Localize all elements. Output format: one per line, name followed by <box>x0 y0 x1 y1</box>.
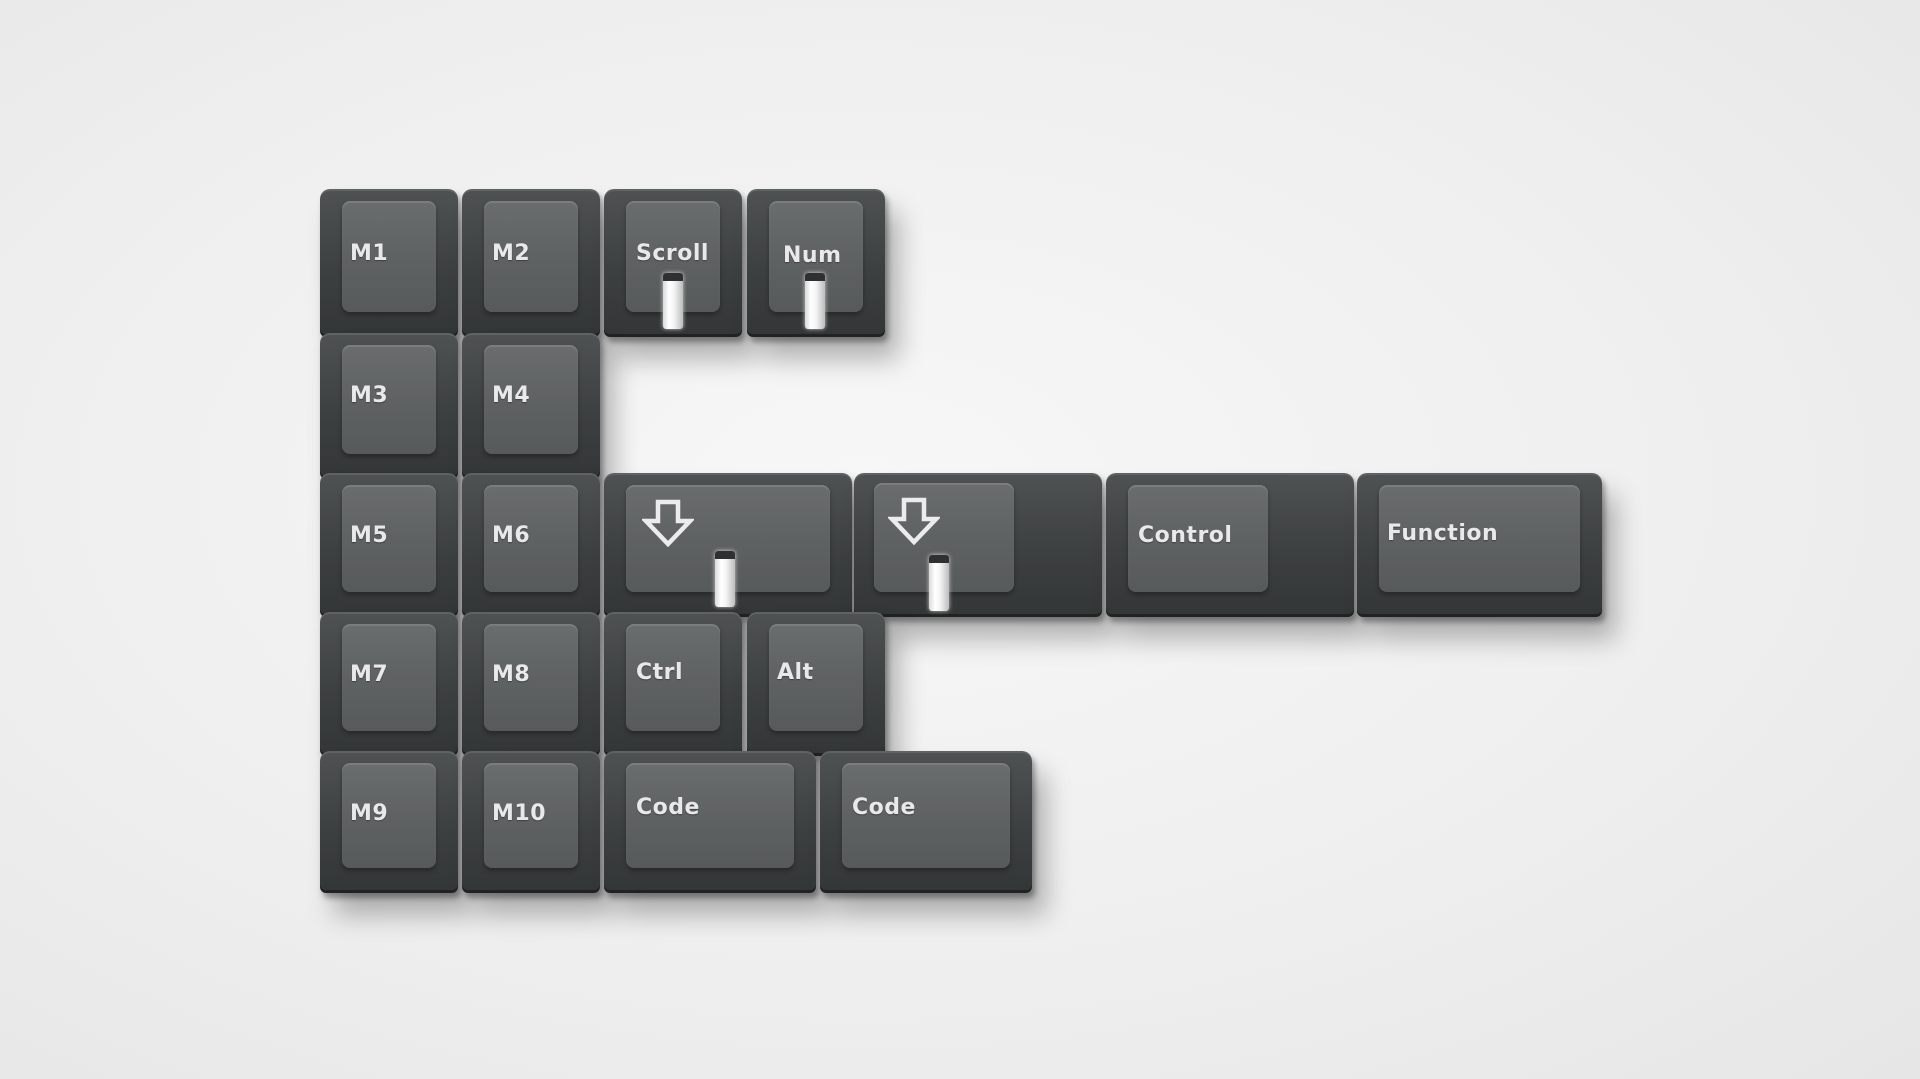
keycap-m9: M9 <box>320 751 458 893</box>
keycap-m8: M8 <box>462 612 600 756</box>
keycap-m2: M2 <box>462 189 600 337</box>
keycap-m7-top: M7 <box>342 624 436 731</box>
keycap-m4-legend: M4 <box>492 383 531 408</box>
keycap-m8-legend: M8 <box>492 662 531 687</box>
keycap-alt-top: Alt <box>769 624 863 731</box>
keycap-m1: M1 <box>320 189 458 337</box>
arrow-stepped-indicator-light <box>929 555 949 611</box>
keycap-ctrl-legend: Ctrl <box>636 660 684 685</box>
keycap-num: Num <box>747 189 885 337</box>
keycap-function-legend: Function <box>1387 521 1499 546</box>
keycap-num-legend: Num <box>783 243 842 268</box>
keycap-ctrl-top: Ctrl <box>626 624 720 731</box>
keycap-m6-legend: M6 <box>492 523 531 548</box>
keycap-code-2: Code <box>820 751 1032 893</box>
keycap-control: Control <box>1106 473 1354 617</box>
keycap-alt: Alt <box>747 612 885 756</box>
keycap-function: Function <box>1357 473 1602 617</box>
keycap-m9-top: M9 <box>342 763 436 868</box>
keycap-m1-top: M1 <box>342 201 436 312</box>
keycap-code-1: Code <box>604 751 816 893</box>
keycap-alt-legend: Alt <box>777 660 814 685</box>
keycap-code-1-legend: Code <box>636 795 700 820</box>
keycap-code-2-top: Code <box>842 763 1010 868</box>
keycap-set-scene: M1 M2 Scroll Num M3 M4 M5 M6 Control Fun… <box>0 0 1920 1079</box>
keycap-scroll: Scroll <box>604 189 742 337</box>
keycap-control-top: Control <box>1128 485 1268 592</box>
keycap-ctrl: Ctrl <box>604 612 742 756</box>
keycap-m4: M4 <box>462 333 600 479</box>
keycap-m1-legend: M1 <box>350 241 389 266</box>
keycap-m10-legend: M10 <box>492 801 547 826</box>
num-indicator-light <box>805 273 825 329</box>
keycap-m6: M6 <box>462 473 600 617</box>
keycap-m5: M5 <box>320 473 458 617</box>
keycap-m8-top: M8 <box>484 624 578 731</box>
keycap-m3-legend: M3 <box>350 383 389 408</box>
arrow-wide-indicator-light <box>715 551 735 607</box>
keycap-function-top: Function <box>1379 485 1580 592</box>
keycap-code-2-legend: Code <box>852 795 916 820</box>
arrow-down-icon <box>642 499 694 547</box>
keycap-m2-legend: M2 <box>492 241 531 266</box>
keycap-control-legend: Control <box>1138 523 1233 548</box>
keycap-m7: M7 <box>320 612 458 756</box>
keycap-m10-top: M10 <box>484 763 578 868</box>
scroll-indicator-light <box>663 273 683 329</box>
keycap-m5-legend: M5 <box>350 523 389 548</box>
keycap-m5-top: M5 <box>342 485 436 592</box>
keycap-m4-top: M4 <box>484 345 578 454</box>
keycap-m10: M10 <box>462 751 600 893</box>
keycap-arrow-wide <box>604 473 852 617</box>
keycap-m7-legend: M7 <box>350 662 389 687</box>
keycap-m9-legend: M9 <box>350 801 389 826</box>
arrow-down-icon <box>888 497 940 545</box>
keycap-m3: M3 <box>320 333 458 479</box>
keycap-scroll-legend: Scroll <box>636 241 709 266</box>
keycap-arrow-stepped <box>854 473 1102 617</box>
keycap-m3-top: M3 <box>342 345 436 454</box>
keycap-m6-top: M6 <box>484 485 578 592</box>
keycap-code-1-top: Code <box>626 763 794 868</box>
keycap-m2-top: M2 <box>484 201 578 312</box>
